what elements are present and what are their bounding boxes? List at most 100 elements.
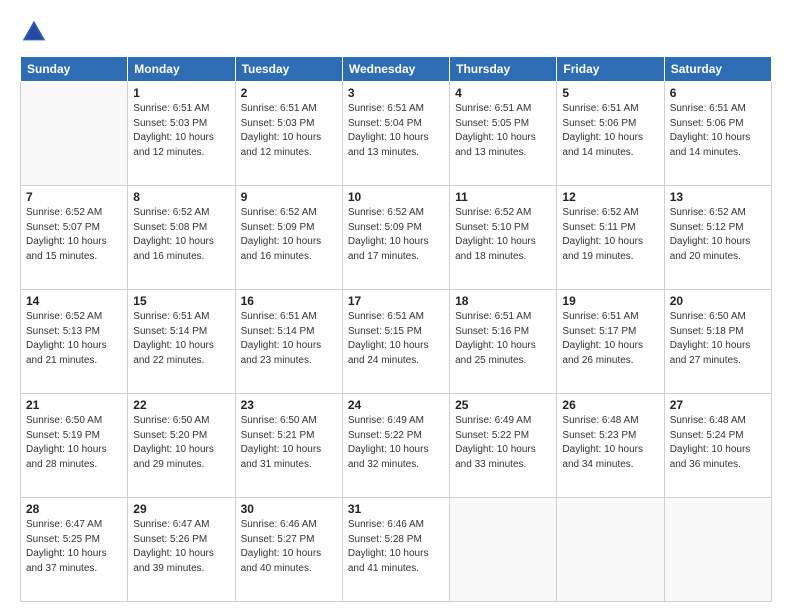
day-number: 23 [241,398,337,412]
day-info: Sunrise: 6:49 AM Sunset: 5:22 PM Dayligh… [348,414,444,472]
day-info: Sunrise: 6:48 AM Sunset: 5:24 PM Dayligh… [670,414,766,472]
calendar-cell: 31 Sunrise: 6:46 AM Sunset: 5:28 PM Dayli… [342,498,449,602]
calendar-cell: 6 Sunrise: 6:51 AM Sunset: 5:06 PM Daylig… [664,82,771,186]
day-number: 19 [562,294,658,308]
day-number: 28 [26,502,122,516]
calendar-cell: 19 Sunrise: 6:51 AM Sunset: 5:17 PM Dayli… [557,290,664,394]
calendar-cell: 27 Sunrise: 6:48 AM Sunset: 5:24 PM Dayli… [664,394,771,498]
calendar-cell: 11 Sunrise: 6:52 AM Sunset: 5:10 PM Dayli… [450,186,557,290]
day-info: Sunrise: 6:52 AM Sunset: 5:07 PM Dayligh… [26,206,122,264]
day-number: 16 [241,294,337,308]
header [20,18,772,46]
day-number: 26 [562,398,658,412]
calendar-week-row: 28 Sunrise: 6:47 AM Sunset: 5:25 PM Dayli… [21,498,772,602]
calendar-cell: 15 Sunrise: 6:51 AM Sunset: 5:14 PM Dayli… [128,290,235,394]
day-info: Sunrise: 6:50 AM Sunset: 5:19 PM Dayligh… [26,414,122,472]
day-info: Sunrise: 6:51 AM Sunset: 5:03 PM Dayligh… [241,102,337,160]
day-number: 25 [455,398,551,412]
calendar-cell: 29 Sunrise: 6:47 AM Sunset: 5:26 PM Dayli… [128,498,235,602]
calendar-cell: 10Sunrise: 6:52 AM Sunset: 5:09 PM Dayli… [342,186,449,290]
day-number: 11 [455,190,551,204]
calendar-cell: 1 Sunrise: 6:51 AM Sunset: 5:03 PM Daylig… [128,82,235,186]
calendar-cell: 12Sunrise: 6:52 AM Sunset: 5:11 PM Dayli… [557,186,664,290]
day-number: 22 [133,398,229,412]
day-info: Sunrise: 6:52 AM Sunset: 5:10 PM Dayligh… [455,206,551,264]
day-info: Sunrise: 6:46 AM Sunset: 5:28 PM Dayligh… [348,518,444,576]
calendar-cell: 28 Sunrise: 6:47 AM Sunset: 5:25 PM Dayli… [21,498,128,602]
day-info: Sunrise: 6:52 AM Sunset: 5:13 PM Dayligh… [26,310,122,368]
day-number: 24 [348,398,444,412]
day-info: Sunrise: 6:51 AM Sunset: 5:15 PM Dayligh… [348,310,444,368]
day-number: 15 [133,294,229,308]
day-number: 31 [348,502,444,516]
calendar-cell [557,498,664,602]
day-number: 3 [348,86,444,100]
weekday-header: Friday [557,57,664,82]
day-number: 6 [670,86,766,100]
day-info: Sunrise: 6:51 AM Sunset: 5:05 PM Dayligh… [455,102,551,160]
calendar-cell: 7 Sunrise: 6:52 AM Sunset: 5:07 PM Daylig… [21,186,128,290]
day-number: 21 [26,398,122,412]
day-info: Sunrise: 6:51 AM Sunset: 5:06 PM Dayligh… [562,102,658,160]
day-number: 30 [241,502,337,516]
calendar-cell: 9 Sunrise: 6:52 AM Sunset: 5:09 PM Daylig… [235,186,342,290]
calendar-cell: 23Sunrise: 6:50 AM Sunset: 5:21 PM Dayli… [235,394,342,498]
calendar-cell [21,82,128,186]
calendar-cell: 25 Sunrise: 6:49 AM Sunset: 5:22 PM Dayli… [450,394,557,498]
day-info: Sunrise: 6:51 AM Sunset: 5:03 PM Dayligh… [133,102,229,160]
calendar-cell: 16Sunrise: 6:51 AM Sunset: 5:14 PM Dayli… [235,290,342,394]
calendar-cell: 26 Sunrise: 6:48 AM Sunset: 5:23 PM Dayli… [557,394,664,498]
day-number: 18 [455,294,551,308]
weekday-header: Thursday [450,57,557,82]
weekday-header: Wednesday [342,57,449,82]
calendar-cell: 21 Sunrise: 6:50 AM Sunset: 5:19 PM Dayli… [21,394,128,498]
calendar-cell: 4 Sunrise: 6:51 AM Sunset: 5:05 PM Daylig… [450,82,557,186]
calendar-cell: 3 Sunrise: 6:51 AM Sunset: 5:04 PM Daylig… [342,82,449,186]
calendar-cell: 14Sunrise: 6:52 AM Sunset: 5:13 PM Dayli… [21,290,128,394]
day-info: Sunrise: 6:51 AM Sunset: 5:04 PM Dayligh… [348,102,444,160]
day-info: Sunrise: 6:51 AM Sunset: 5:14 PM Dayligh… [133,310,229,368]
day-number: 7 [26,190,122,204]
calendar-cell: 17 Sunrise: 6:51 AM Sunset: 5:15 PM Dayli… [342,290,449,394]
day-number: 17 [348,294,444,308]
calendar-cell: 20Sunrise: 6:50 AM Sunset: 5:18 PM Dayli… [664,290,771,394]
day-info: Sunrise: 6:50 AM Sunset: 5:18 PM Dayligh… [670,310,766,368]
day-info: Sunrise: 6:47 AM Sunset: 5:26 PM Dayligh… [133,518,229,576]
calendar-cell: 24 Sunrise: 6:49 AM Sunset: 5:22 PM Dayli… [342,394,449,498]
day-number: 12 [562,190,658,204]
page: SundayMondayTuesdayWednesdayThursdayFrid… [0,0,792,612]
day-info: Sunrise: 6:51 AM Sunset: 5:16 PM Dayligh… [455,310,551,368]
weekday-header: Saturday [664,57,771,82]
calendar-week-row: 21 Sunrise: 6:50 AM Sunset: 5:19 PM Dayli… [21,394,772,498]
calendar-cell: 8Sunrise: 6:52 AM Sunset: 5:08 PM Daylig… [128,186,235,290]
calendar-cell: 2 Sunrise: 6:51 AM Sunset: 5:03 PM Daylig… [235,82,342,186]
logo-icon [20,18,48,46]
day-number: 13 [670,190,766,204]
weekday-header: Monday [128,57,235,82]
day-info: Sunrise: 6:50 AM Sunset: 5:20 PM Dayligh… [133,414,229,472]
calendar-week-row: 7 Sunrise: 6:52 AM Sunset: 5:07 PM Daylig… [21,186,772,290]
day-info: Sunrise: 6:52 AM Sunset: 5:09 PM Dayligh… [241,206,337,264]
day-number: 10 [348,190,444,204]
day-info: Sunrise: 6:48 AM Sunset: 5:23 PM Dayligh… [562,414,658,472]
day-info: Sunrise: 6:51 AM Sunset: 5:06 PM Dayligh… [670,102,766,160]
calendar-cell: 30Sunrise: 6:46 AM Sunset: 5:27 PM Dayli… [235,498,342,602]
day-number: 27 [670,398,766,412]
day-number: 4 [455,86,551,100]
calendar-week-row: 14Sunrise: 6:52 AM Sunset: 5:13 PM Dayli… [21,290,772,394]
calendar-cell [664,498,771,602]
calendar-cell [450,498,557,602]
day-info: Sunrise: 6:49 AM Sunset: 5:22 PM Dayligh… [455,414,551,472]
day-number: 2 [241,86,337,100]
weekday-header: Sunday [21,57,128,82]
calendar-table: SundayMondayTuesdayWednesdayThursdayFrid… [20,56,772,602]
calendar-cell: 5 Sunrise: 6:51 AM Sunset: 5:06 PM Daylig… [557,82,664,186]
day-info: Sunrise: 6:52 AM Sunset: 5:08 PM Dayligh… [133,206,229,264]
day-info: Sunrise: 6:47 AM Sunset: 5:25 PM Dayligh… [26,518,122,576]
day-number: 1 [133,86,229,100]
day-number: 5 [562,86,658,100]
day-number: 29 [133,502,229,516]
day-info: Sunrise: 6:51 AM Sunset: 5:17 PM Dayligh… [562,310,658,368]
weekday-header: Tuesday [235,57,342,82]
day-number: 9 [241,190,337,204]
